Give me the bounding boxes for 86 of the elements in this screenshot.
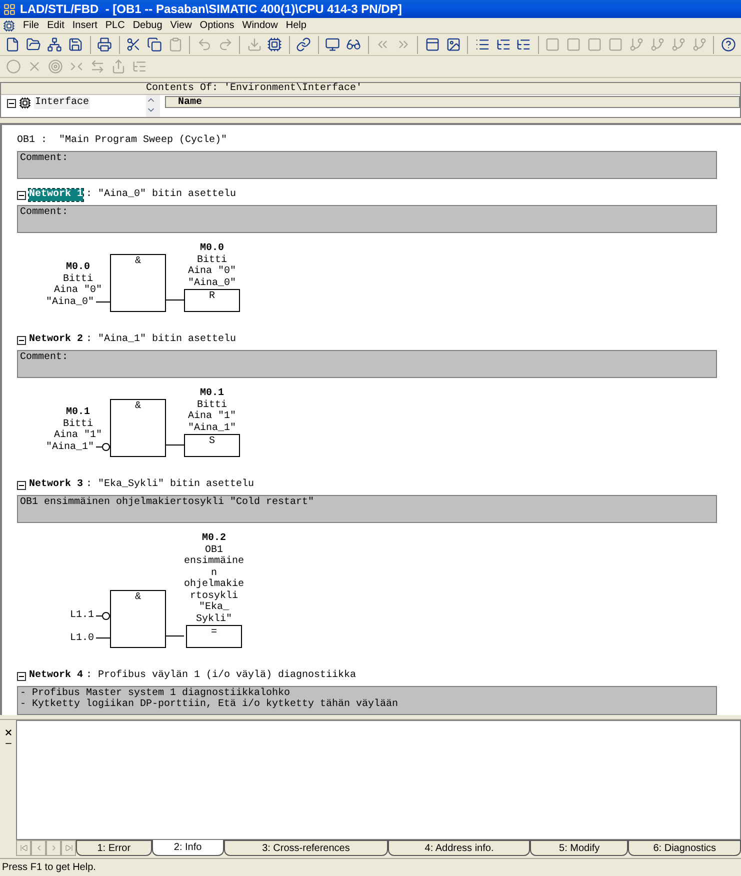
panel-heading: Contents Of: 'Environment\Interface' — [146, 83, 362, 94]
output-tab[interactable]: 6: Diagnostics — [628, 840, 741, 856]
output-tab[interactable]: 1: Error — [76, 840, 152, 856]
operand-label: Aina "1" — [188, 411, 236, 422]
comment-text: - Profibus Master system 1 diagnostiikkalohko — [20, 688, 290, 699]
menu-item[interactable]: Edit — [44, 18, 68, 33]
output-tab[interactable]: 2: Info — [152, 840, 224, 856]
menu-item[interactable]: View — [167, 18, 195, 33]
last-icon — [64, 844, 72, 852]
interface-icon — [19, 97, 31, 109]
comment-text: - Kytketty logiikan DP-porttiin, Etä i/o kytketty tähän väylään — [20, 699, 400, 710]
menu-item[interactable]: Insert — [69, 18, 100, 33]
operand-label: "Aina_1" — [46, 442, 94, 453]
operand-label: L1.1 — [70, 610, 94, 622]
output-tab[interactable]: 4: Address info. — [388, 840, 530, 856]
collapse-icon[interactable] — [7, 98, 16, 108]
collapse-icon[interactable] — [17, 480, 26, 490]
output-tab[interactable]: 5: Modify — [530, 840, 628, 856]
menu-item[interactable]: File — [20, 18, 42, 33]
coil-box[interactable]: R — [184, 289, 240, 312]
column-header[interactable]: Name — [165, 96, 740, 108]
operand-label: Bitti — [196, 400, 227, 410]
tree-item[interactable]: Interface — [34, 97, 90, 109]
operand-address: M0.1 — [200, 388, 224, 400]
window-title: LAD/STL/FBD - [OB1 -- Pasaban\SIMATIC 400(1)\CPU 414-3 PN/DP] — [20, 1, 402, 18]
app-icon — [3, 2, 16, 16]
operand-address: M0.0 — [66, 262, 90, 274]
operand-label: L1.0 — [70, 632, 94, 644]
operand-label: Bitti — [62, 418, 93, 430]
block-title: OB1 : "Main Program Sweep (Cycle)" — [17, 135, 228, 147]
comment-text: OB1 ensimmäinen ohjelmakiertosykli "Cold restart" — [20, 497, 316, 508]
and-gate-box[interactable]: & — [110, 254, 166, 312]
and-gate-box[interactable]: & — [110, 590, 166, 648]
operand-label: "Aina_1" — [188, 422, 236, 434]
operand-label: ohjelmakie — [184, 579, 244, 590]
operand-label: ensimmäine — [184, 556, 244, 568]
comment-box[interactable]: Comment: — [17, 350, 717, 378]
operand-address: M0.0 — [200, 243, 224, 254]
collapse-icon[interactable] — [17, 336, 26, 344]
operand-label: Bitti — [62, 274, 93, 284]
comment-text: Comment: — [20, 352, 70, 363]
wire-icon — [166, 635, 184, 637]
network-title: : Profibus väylän 1 (i/o väylä) diagnostiikka — [86, 670, 356, 682]
network-label[interactable]: Network 1 — [29, 189, 84, 201]
operand-label: Aina "0" — [188, 266, 236, 278]
network-title: : "Aina_1" bitin asettelu — [86, 334, 236, 346]
wire-icon — [166, 299, 184, 301]
close-icon[interactable] — [4, 728, 12, 737]
collapse-icon[interactable] — [17, 190, 26, 200]
operand-label: n — [211, 568, 218, 578]
operand-address: M0.1 — [66, 407, 90, 418]
operand-label: Aina "0" — [54, 285, 102, 296]
network-label[interactable]: Network 4 — [29, 670, 84, 682]
menu-item[interactable]: Help — [282, 18, 310, 33]
coil-box[interactable]: S — [184, 434, 240, 457]
menu-item[interactable]: Window — [239, 18, 281, 33]
scrollbar[interactable] — [146, 95, 160, 117]
comment-box[interactable]: - Profibus Master system 1 diagnostiikkalohko - Kytketty logiikan DP-porttiin, Etä i/o kytketty tähän väylään — [17, 686, 717, 715]
network-label[interactable]: Network 3 — [29, 479, 84, 491]
network-label[interactable]: Network 2 — [29, 334, 84, 346]
comment-box[interactable]: Comment: — [17, 205, 717, 233]
network-title: : "Aina_0" bitin asettelu — [86, 189, 236, 201]
comment-text: Comment: — [20, 207, 70, 218]
menu-item[interactable]: PLC — [102, 18, 128, 33]
operand-label: "Aina_0" — [46, 296, 94, 308]
operand-label: "Aina_0" — [188, 278, 236, 289]
menu-item[interactable]: Debug — [130, 18, 166, 33]
status-text: Press F1 to get Help. — [2, 861, 96, 875]
operand-label: OB1 — [205, 544, 224, 556]
operand-label: "Eka_ — [199, 602, 230, 614]
comment-box[interactable]: Comment: — [17, 151, 717, 179]
coil-box[interactable]: = — [186, 625, 242, 648]
and-gate-box[interactable]: & — [110, 399, 166, 457]
output-tab[interactable]: 3: Cross-references — [224, 840, 388, 856]
operand-label: Bitti — [196, 254, 227, 266]
wire-icon — [166, 444, 184, 446]
comment-box[interactable]: OB1 ensimmäinen ohjelmakiertosykli "Cold restart" — [17, 495, 717, 523]
operand-label: rtosykli — [190, 590, 238, 602]
menu-item[interactable]: Options — [196, 18, 238, 33]
first-icon — [20, 844, 28, 852]
network-title: : "Eka_Sykli" bitin asettelu — [86, 479, 254, 491]
operand-address: M0.2 — [202, 533, 226, 544]
operand-label: Sykli" — [196, 614, 232, 625]
comment-text: Comment: — [20, 153, 70, 164]
operand-label: Aina "1" — [54, 430, 102, 442]
collapse-icon[interactable] — [17, 672, 26, 680]
